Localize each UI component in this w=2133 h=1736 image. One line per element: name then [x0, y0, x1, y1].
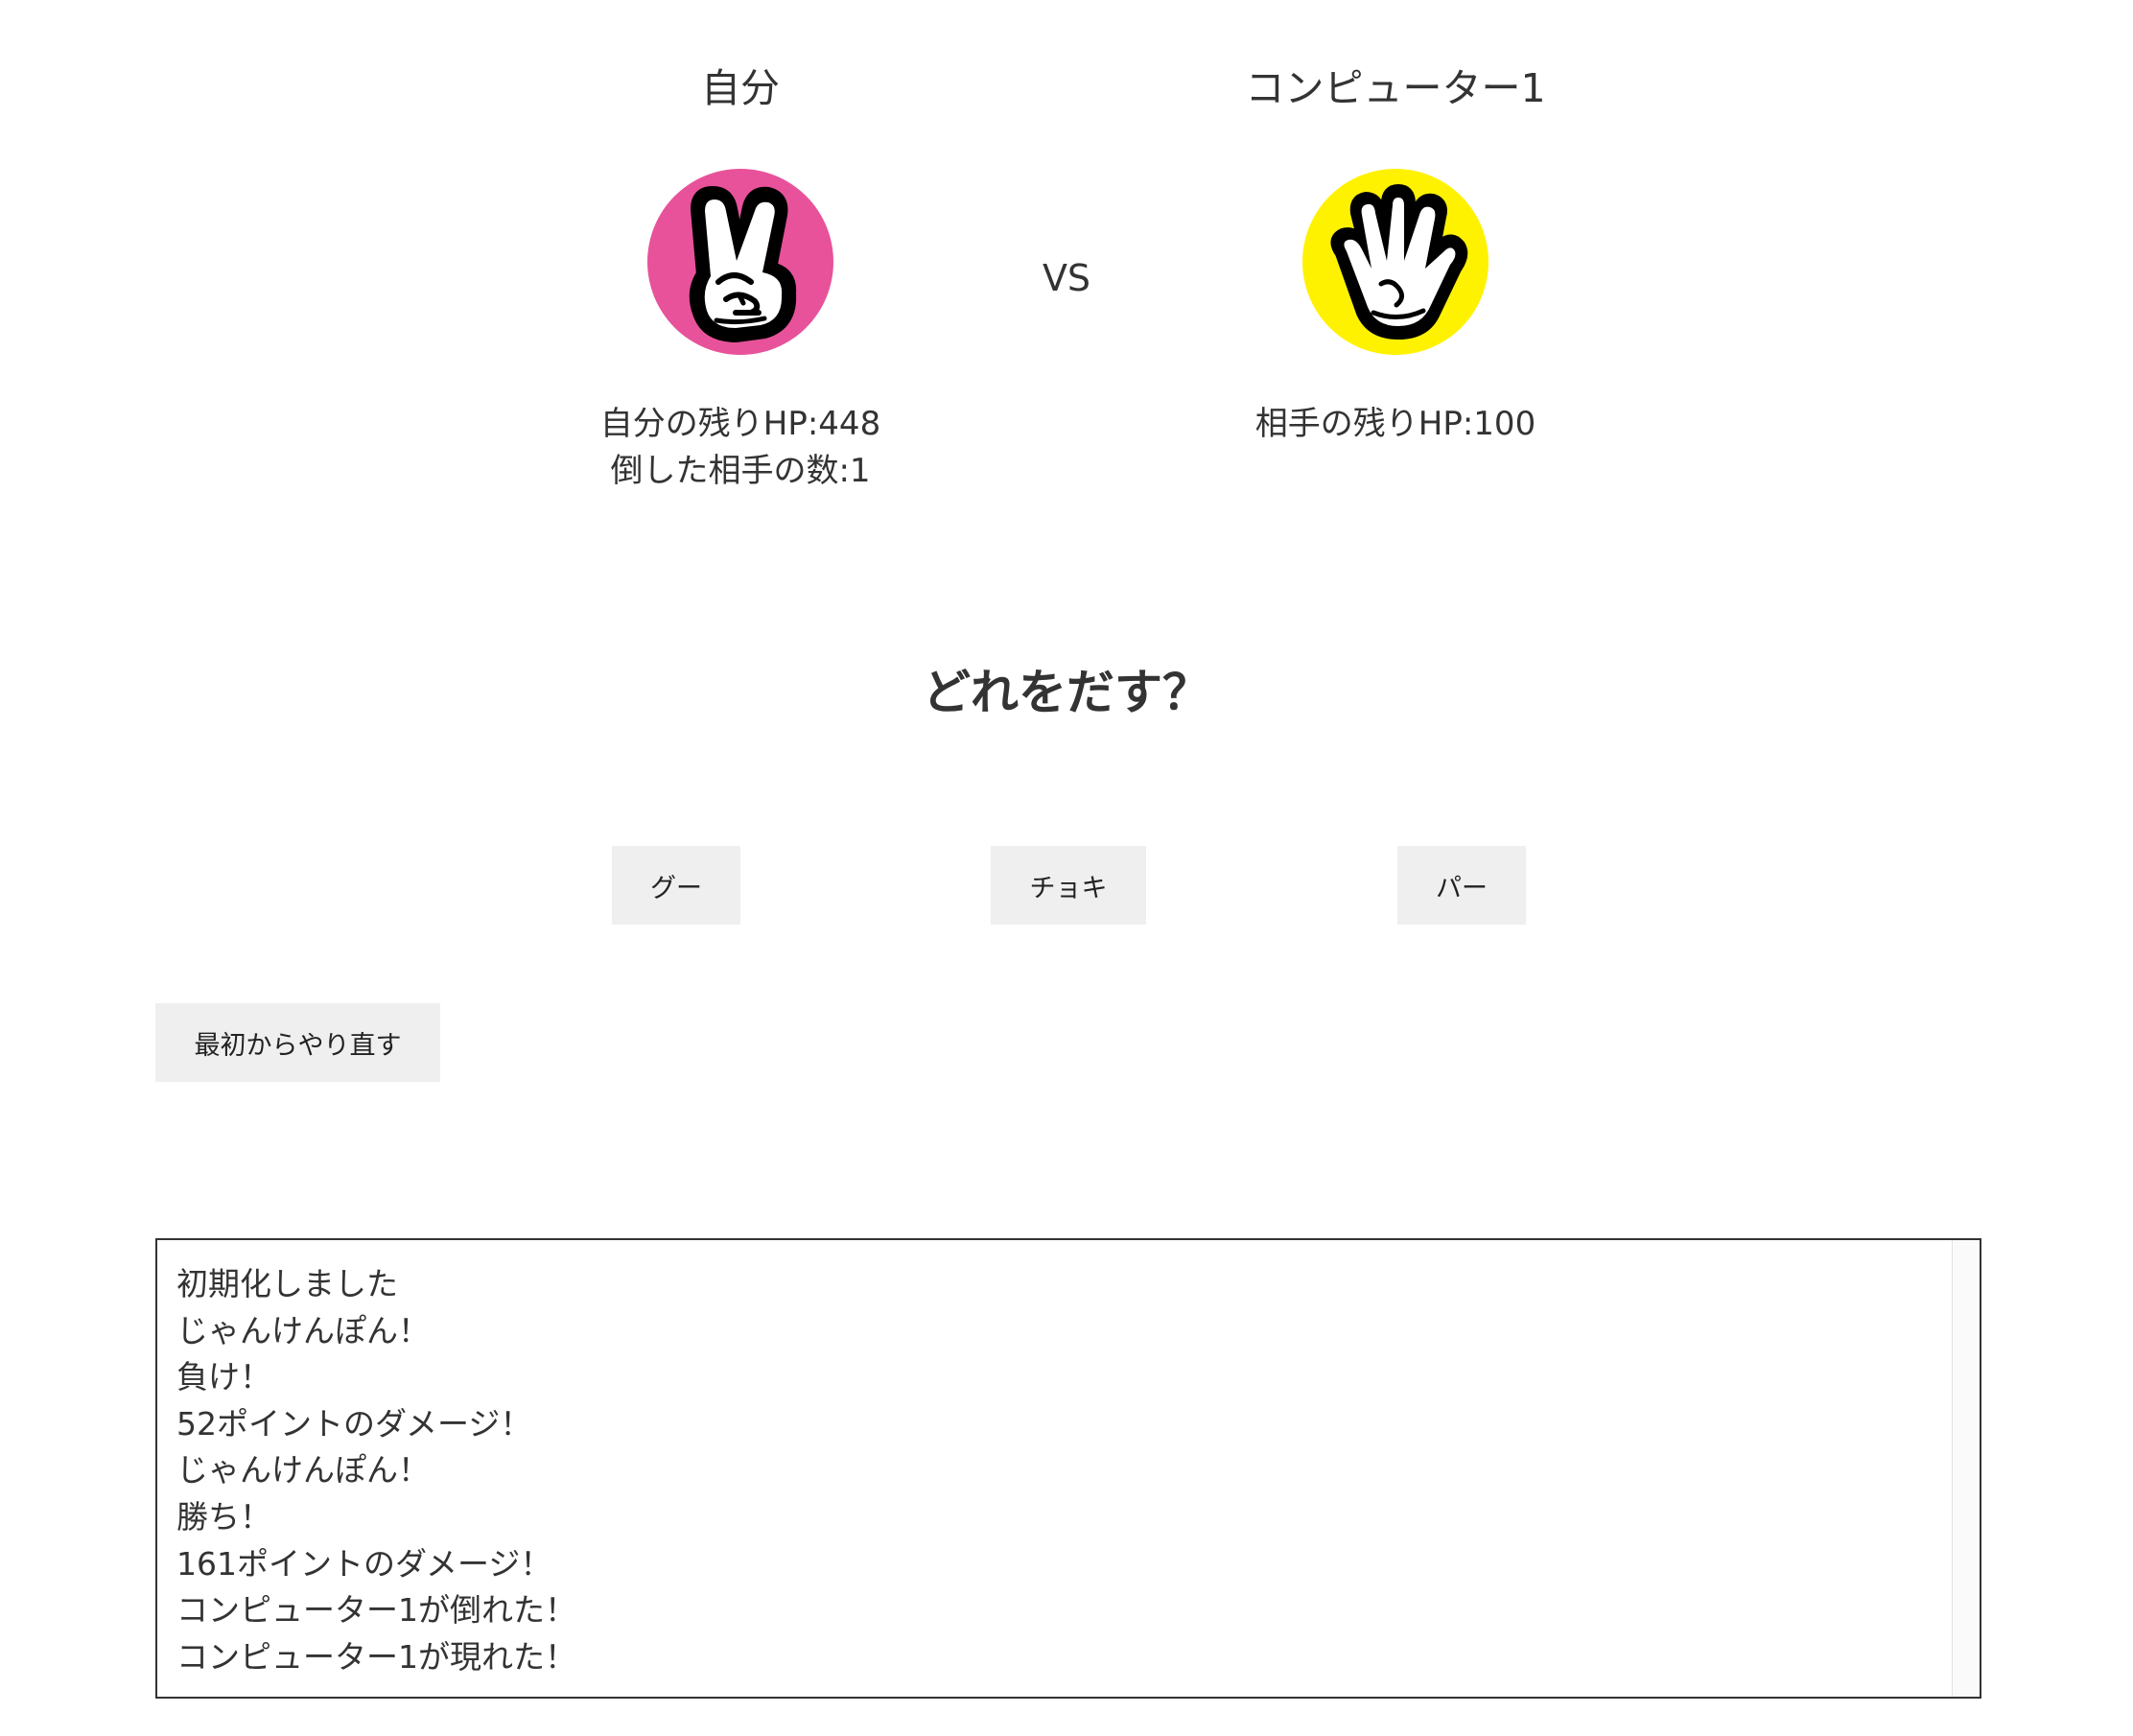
gu-button[interactable]: グー [612, 846, 740, 925]
player-panel: 自分 自分の残りHP:448 倒した相手の数:1 [539, 58, 942, 495]
restart-button[interactable]: 最初からやり直す [155, 1003, 440, 1082]
opponent-hand-pa-icon [1302, 169, 1488, 355]
player-hp: 自分の残りHP:448 [599, 405, 881, 443]
log-line: コンピューター1が倒れた！ [176, 1591, 576, 1630]
player-name: 自分 [701, 65, 780, 111]
log-line: 161ポイントのダメージ！ [176, 1544, 552, 1583]
log-line: じゃんけんぽん！ [176, 1451, 430, 1490]
pa-button[interactable]: パー [1397, 846, 1526, 925]
log-line: じゃんけんぽん！ [176, 1311, 430, 1349]
log-line: コンピューター1が現れた！ [176, 1637, 576, 1676]
log-line: 負け！ [176, 1358, 271, 1396]
log-line: 初期化しました [176, 1265, 398, 1302]
choki-button[interactable]: チョキ [991, 846, 1146, 925]
choki-hand-icon [647, 169, 833, 355]
log-line: 勝ち！ [176, 1497, 271, 1536]
pa-hand-icon [1302, 169, 1488, 355]
player-defeated-count: 倒した相手の数:1 [610, 452, 871, 490]
prompt-heading: どれをだす？ [923, 665, 1210, 720]
vs-label: VS [1042, 257, 1091, 299]
player-hand-choki-icon [647, 169, 833, 355]
game-screen: 自分 自分の残りHP:448 倒した相手の数:1 VS コンピューター1 相手の… [0, 0, 2133, 1736]
log-scrollbar[interactable] [1952, 1240, 1980, 1697]
battle-log[interactable]: 初期化しました じゃんけんぽん！ 負け！ 52ポイントのダメージ！ じゃんけんぽ… [155, 1238, 1981, 1699]
opponent-stats: 相手の残りHP:100 [1194, 401, 1597, 448]
opponent-hp: 相手の残りHP:100 [1254, 405, 1536, 443]
player-stats: 自分の残りHP:448 倒した相手の数:1 [539, 401, 942, 495]
opponent-name: コンピューター1 [1245, 65, 1546, 111]
log-line: 52ポイントのダメージ！ [176, 1404, 532, 1443]
opponent-panel: コンピューター1 相手の残りHP:100 [1194, 58, 1597, 448]
